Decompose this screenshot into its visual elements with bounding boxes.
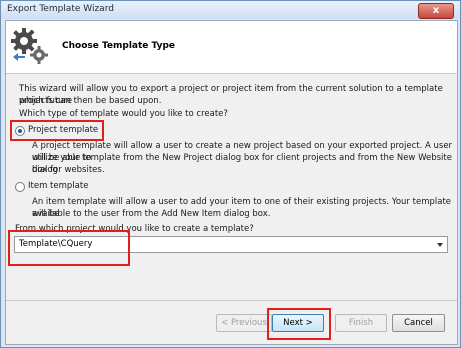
chevron-down-icon[interactable] [437,243,443,247]
close-button[interactable]: x [418,3,454,19]
intro-line-2: projects can then be based upon. [19,96,162,106]
item-template-desc-2: available to the user from the Add New I… [32,209,271,219]
footer-divider [6,300,457,301]
project-template-highlight [10,120,104,141]
title-bar[interactable]: Export Template Wizard x [1,1,460,19]
wizard-content: Choose Template Type This wizard will al… [5,20,458,345]
template-type-question: Which type of template would you like to… [19,109,228,119]
item-template-radio[interactable] [15,182,25,192]
export-template-wizard-window: Export Template Wizard x Choose Template… [0,0,461,348]
gears-icon [11,28,48,64]
page-title: Choose Template Type [62,41,176,51]
source-project-highlight [8,230,130,266]
item-template-label[interactable]: Item template [28,181,88,193]
next-button-highlight [267,308,331,340]
previous-button[interactable]: < Previous [216,314,272,332]
finish-button[interactable]: Finish [335,314,387,332]
window-title: Export Template Wizard [7,4,114,14]
project-template-desc-3: box for websites. [32,165,105,175]
wizard-header: Choose Template Type [6,21,457,74]
cancel-button[interactable]: Cancel [392,314,445,332]
